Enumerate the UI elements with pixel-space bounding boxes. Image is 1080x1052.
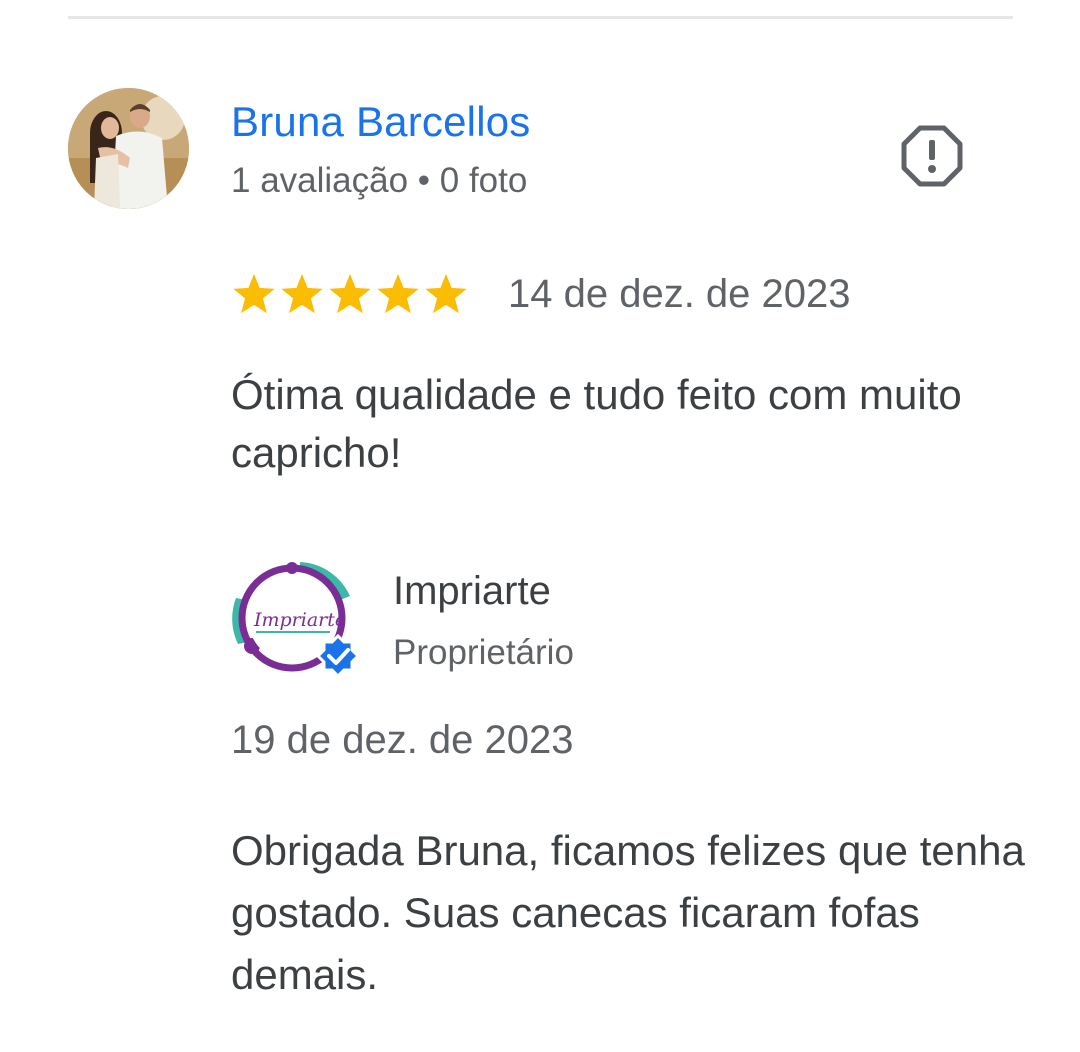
- star-icon: [329, 273, 371, 314]
- star-icon: [425, 273, 467, 314]
- owner-role: Proprietário: [393, 633, 574, 672]
- owner-logo-icon: Impriarte: [232, 562, 361, 679]
- avatar-photo-icon: [68, 88, 189, 209]
- reviewer-meta: 1 avaliação • 0 foto: [231, 161, 528, 200]
- owner-logo-text: Impriarte: [253, 609, 346, 631]
- top-divider: [68, 16, 1013, 19]
- review-text: Ótima qualidade e tudo feito com muito c…: [231, 371, 962, 476]
- reviewer-avatar[interactable]: [68, 88, 189, 209]
- reviewer-name[interactable]: Bruna Barcellos: [231, 96, 530, 148]
- report-icon: [901, 125, 963, 187]
- rating-stars: [231, 272, 469, 316]
- owner-avatar: Impriarte: [228, 556, 364, 680]
- star-icon: [377, 273, 419, 314]
- review-date: 14 de dez. de 2023: [508, 272, 851, 316]
- reply-text: Obrigada Bruna, ficamos felizes que tenh…: [231, 827, 1025, 998]
- star-icon: [281, 273, 323, 314]
- reply-date: 19 de dez. de 2023: [231, 718, 574, 762]
- verified-badge-icon: [315, 633, 361, 679]
- owner-name: Impriarte: [393, 569, 551, 613]
- star-icon: [233, 273, 275, 314]
- report-button[interactable]: [900, 124, 964, 188]
